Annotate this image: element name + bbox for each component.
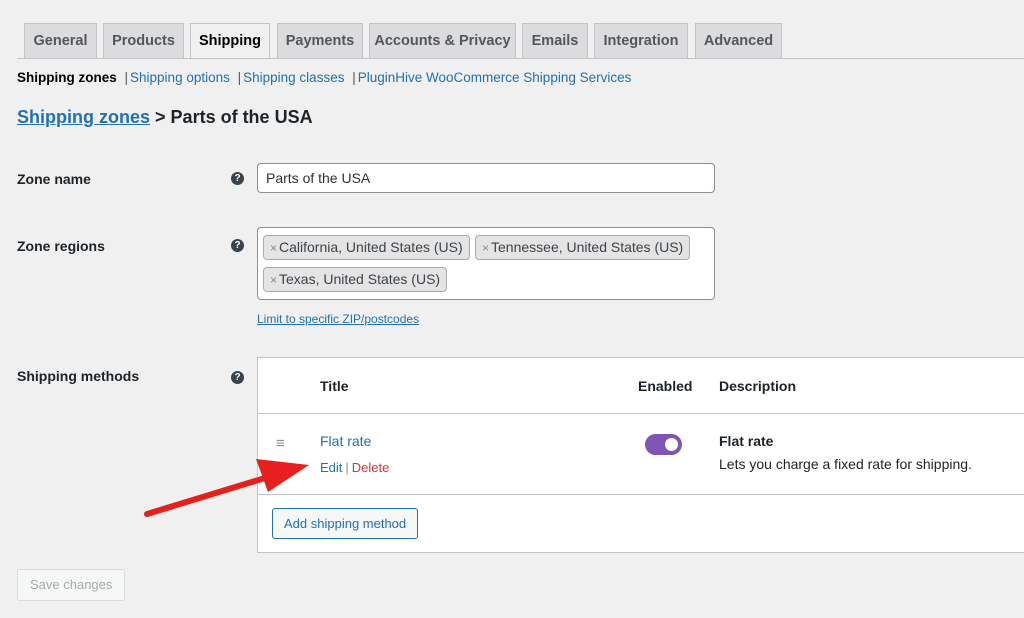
annotation-arrow-icon [144,459,309,517]
